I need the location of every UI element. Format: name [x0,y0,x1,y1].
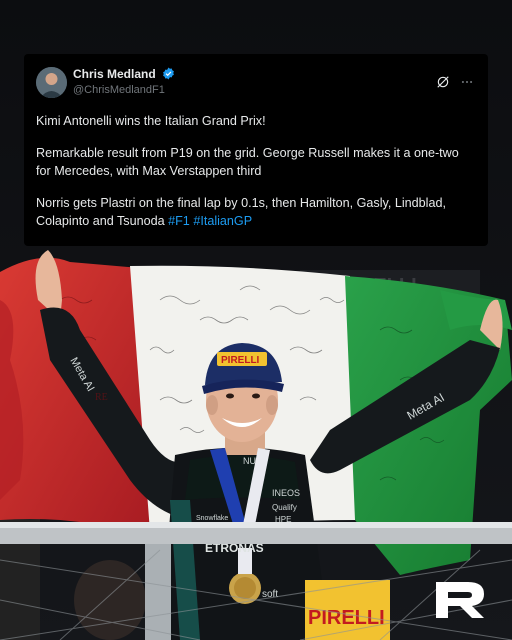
author-handle[interactable]: @ChrisMedlandF1 [73,83,175,97]
brand-logo-icon [434,580,486,620]
tweet-paragraph: Remarkable result from P19 on the grid. … [36,146,459,178]
flag-signature-text: RE [95,392,108,403]
hashtag-link[interactable]: #ItalianGP [193,214,252,228]
tweet-paragraph: Kimi Antonelli wins the Italian Grand Pr… [36,114,266,128]
hashtag-link[interactable]: #F1 [168,214,190,228]
avatar[interactable] [36,66,67,98]
chest-left-text: Snowflake [196,515,228,522]
tweet-text: Kimi Antonelli wins the Italian Grand Pr… [36,112,474,230]
grok-icon[interactable] [436,75,450,89]
chest-sponsor-text-2: Qualify [272,503,297,512]
verified-badge-icon [162,67,175,83]
tweet-card[interactable]: Chris Medland @ChrisMedlandF1 Kimi Anton… [24,54,488,246]
more-options-icon[interactable] [460,75,474,89]
chest-sponsor-text: INEOS [272,488,300,498]
tweet-paragraph: Norris gets Plastri on the final lap by … [36,194,474,230]
cap-brand-text: PIRELLI [221,355,260,366]
author-name[interactable]: Chris Medland [73,67,156,81]
collar-text: NU [243,456,256,466]
tweet-header: Chris Medland @ChrisMedlandF1 [36,66,474,98]
